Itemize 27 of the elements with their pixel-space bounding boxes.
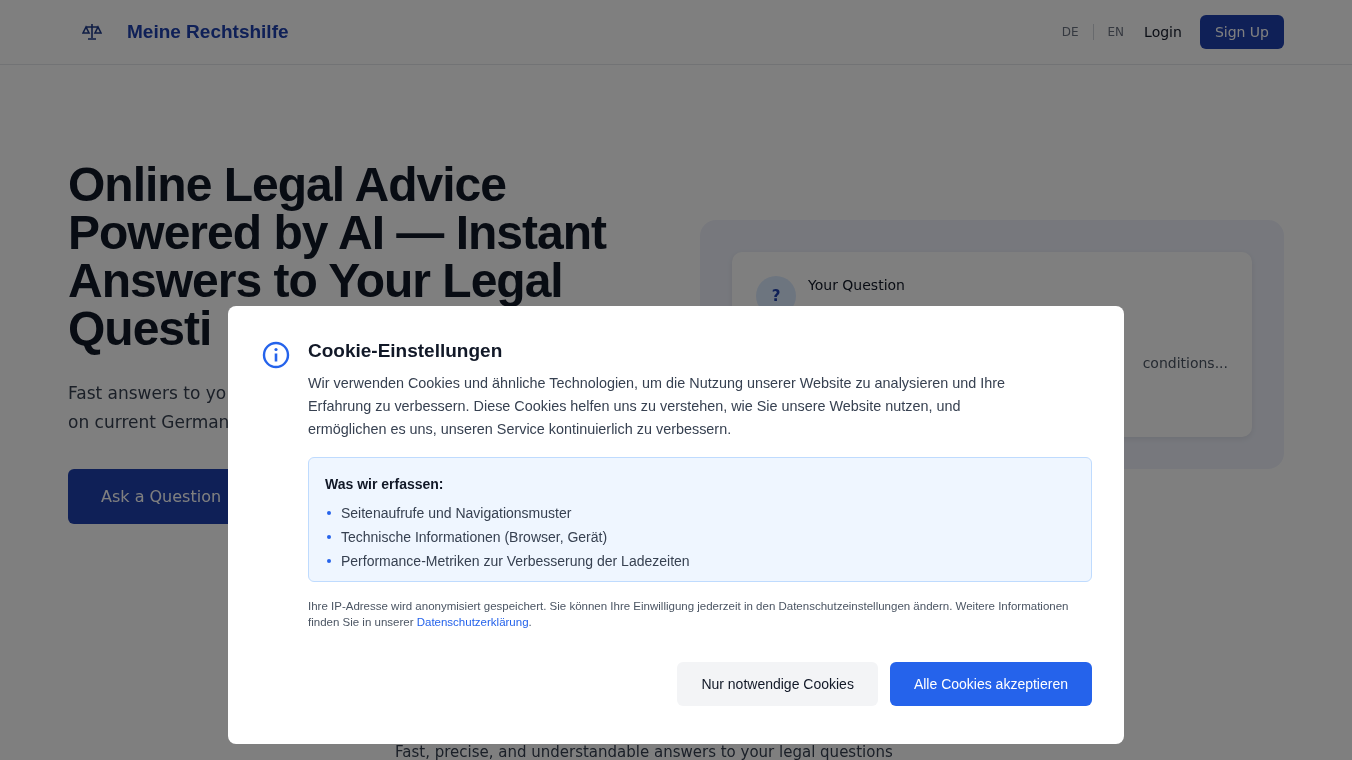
bullet-icon	[327, 535, 331, 539]
language-link[interactable]: EN	[1107, 25, 1125, 39]
hero-title-line: Questi	[68, 305, 212, 353]
list-item: Performance-Metriken zur Verbesserung der Ladezeiten	[341, 553, 690, 569]
list-item: Technische Informationen (Browser, Gerät)	[341, 529, 608, 545]
info-icon	[262, 341, 290, 369]
dialog-text: Wir verwenden Cookies und ähnliche Technologien, um die Nutzung unserer Website zu analysieren und Ihre Erfahrung zu verbessern. Diese Cookies helfen uns zu verstehen, wie Sie unsere Website nutzen, und ermöglichen es uns, unseren Service kontinuierlich zu verbessern.	[308, 374, 1007, 439]
privacy-note: Ihre IP-Adresse wird anonymisiert gespeichert. Sie können Ihre Einwilligung jederzeit in den Datenschutzeinstellungen ändern. Weitere Informationen finden Sie in unserer Datenschutzerklärung.	[308, 599, 1070, 630]
hero-title-line: Online Legal Advice	[68, 161, 506, 209]
accept-all-button[interactable]: Alle Cookies akzeptieren	[889, 662, 1092, 706]
section-subtitle: Fast, precise, and understandable answers to your legal questions	[395, 745, 894, 760]
list-item: Seitenaufrufe und Navigationsmuster	[341, 505, 572, 521]
signup-button[interactable]: Sign Up	[1199, 15, 1284, 49]
question-label: Your Question	[808, 277, 905, 293]
necessary-only-button[interactable]: Nur notwendige Cookies	[677, 662, 878, 706]
bullet-icon	[327, 559, 331, 563]
answer-text: conditions...	[1142, 355, 1228, 371]
scales-icon	[82, 23, 102, 41]
bullet-icon	[327, 511, 331, 515]
brand-name[interactable]: Meine Rechtshilfe	[127, 21, 289, 43]
login-link[interactable]: Login	[1144, 24, 1182, 40]
language-link[interactable]: DE	[1061, 25, 1079, 39]
privacy-link[interactable]: Datenschutzerklärung	[416, 616, 529, 628]
dialog-title: Cookie-Einstellungen	[308, 340, 504, 362]
info-box-title: Was wir erfassen:	[325, 476, 444, 492]
hero-subtitle-line: Fast answers to yo	[68, 382, 227, 405]
hero-subtitle-line: on current German	[68, 411, 230, 434]
